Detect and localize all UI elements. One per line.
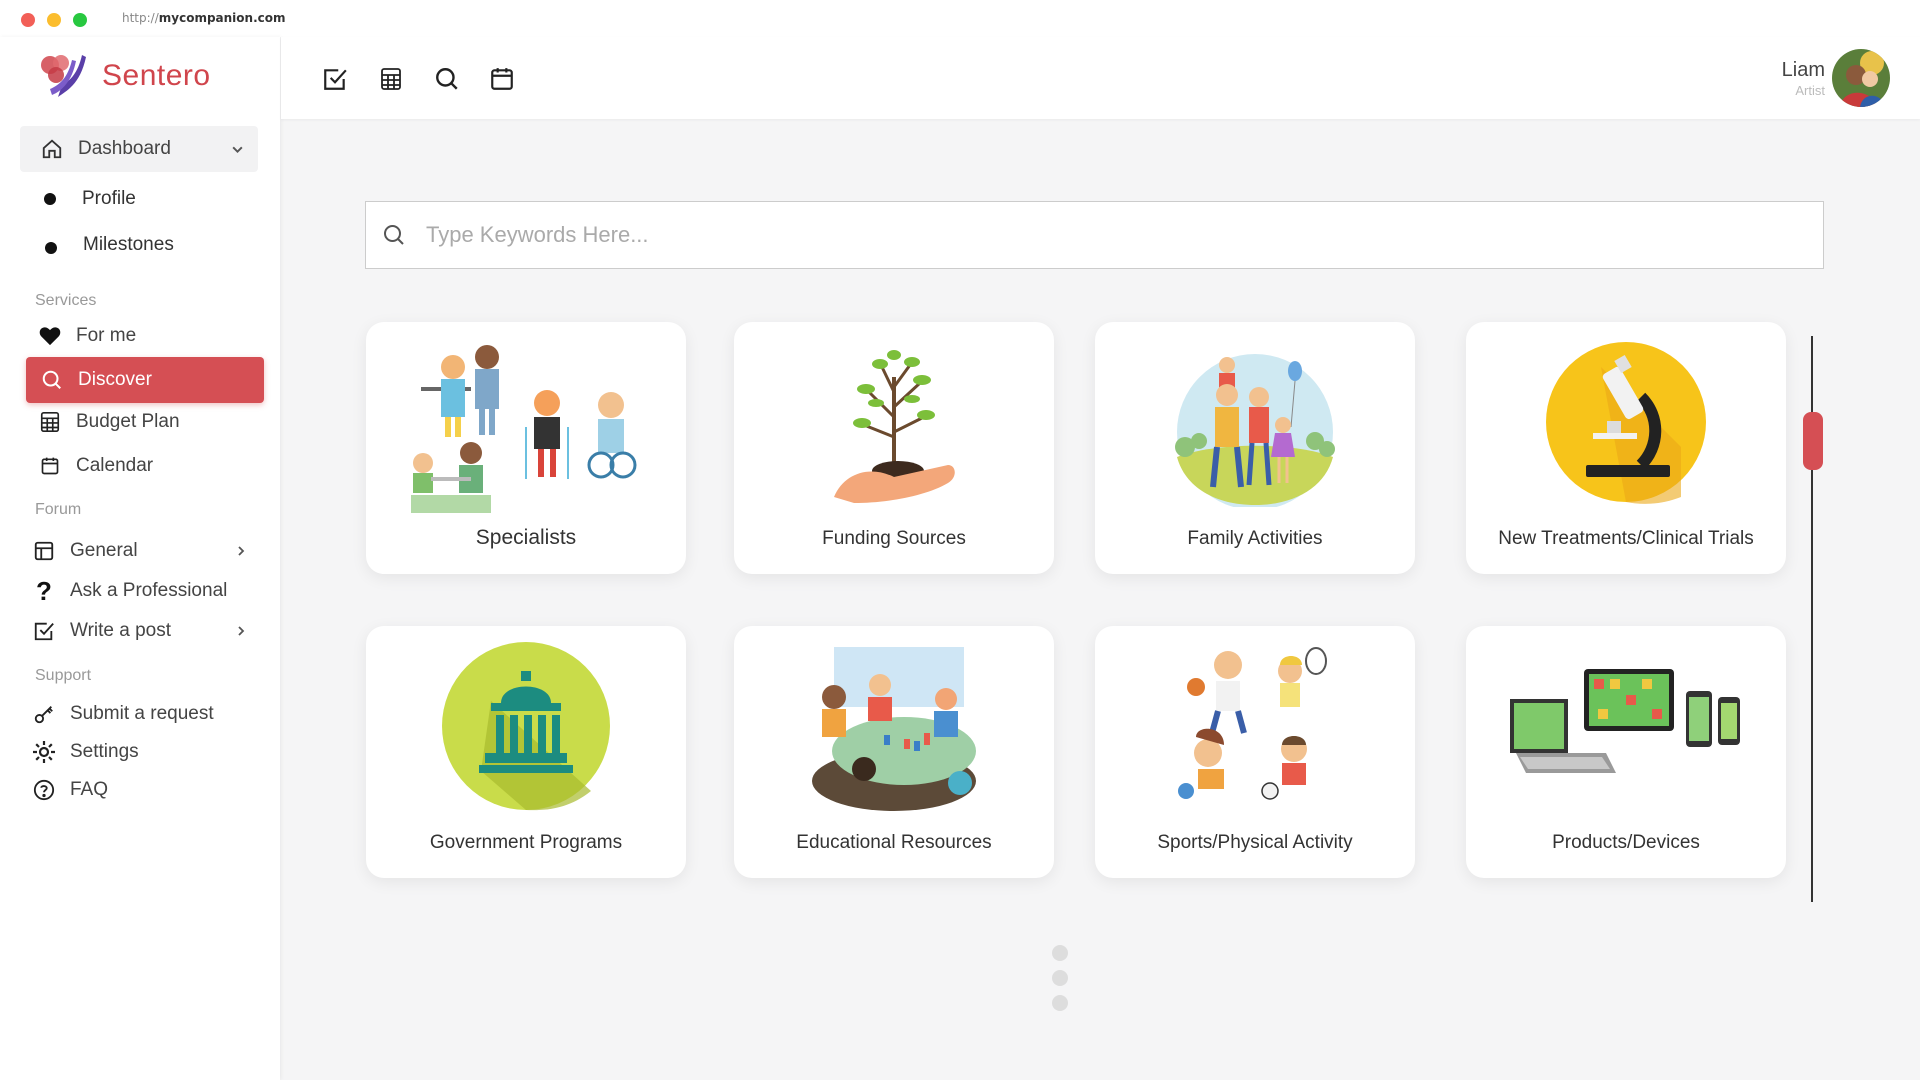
scrollbar-thumb[interactable] bbox=[1803, 412, 1823, 470]
classroom-illustration bbox=[734, 626, 1054, 826]
sidebar-item-label: Write a post bbox=[70, 620, 172, 641]
section-label-services: Services bbox=[35, 292, 97, 309]
search-icon bbox=[380, 221, 408, 249]
sidebar-item-label: FAQ bbox=[70, 779, 109, 800]
brand-name: Sentero bbox=[102, 59, 211, 92]
sidebar-item-label: General bbox=[70, 540, 138, 561]
category-card-family-activities[interactable]: Family Activities bbox=[1095, 322, 1415, 574]
category-label: Educational Resources bbox=[796, 832, 992, 853]
avatar[interactable] bbox=[1832, 49, 1890, 107]
category-card-products-devices[interactable]: Products/Devices bbox=[1466, 626, 1786, 878]
government-building-illustration bbox=[366, 626, 686, 826]
user-name: Liam bbox=[1781, 59, 1825, 81]
minimize-window-button[interactable] bbox=[47, 13, 61, 27]
gear-icon bbox=[32, 740, 56, 764]
browser-bar: http://mycompanion.com bbox=[0, 0, 1920, 37]
section-label-support: Support bbox=[35, 667, 92, 684]
sidebar-item-label: Calendar bbox=[76, 455, 154, 476]
sidebar-item-write-a-post[interactable]: Write a post bbox=[24, 612, 262, 650]
bullet-icon bbox=[44, 193, 56, 205]
user-info[interactable]: Liam Artist bbox=[1782, 59, 1825, 98]
category-card-sports-physical-activity[interactable]: Sports/Physical Activity bbox=[1095, 626, 1415, 878]
category-label: Sports/Physical Activity bbox=[1157, 832, 1353, 853]
table-icon[interactable] bbox=[377, 65, 405, 93]
category-label: Government Programs bbox=[429, 832, 623, 853]
address-bar[interactable]: http://mycompanion.com bbox=[122, 11, 286, 25]
category-label: New Treatments/Clinical Trials bbox=[1498, 528, 1754, 549]
category-card-educational-resources[interactable]: Educational Resources bbox=[734, 626, 1054, 878]
sidebar-item-label: Milestones bbox=[83, 234, 174, 255]
sidebar-item-label: Ask a Professional bbox=[70, 580, 228, 601]
help-circle-icon bbox=[32, 778, 56, 802]
category-label: Funding Sources bbox=[822, 528, 966, 549]
category-card-specialists[interactable]: Specialists bbox=[366, 322, 686, 574]
spreadsheet-icon bbox=[38, 410, 62, 434]
sidebar-item-profile[interactable]: Profile bbox=[24, 179, 262, 219]
category-card-funding-sources[interactable]: Funding Sources bbox=[734, 322, 1054, 574]
more-indicator-dot[interactable] bbox=[1052, 970, 1068, 986]
sidebar-item-label: For me bbox=[76, 325, 137, 346]
layout-icon bbox=[32, 539, 56, 563]
category-card-government-programs[interactable]: Government Programs bbox=[366, 626, 686, 878]
sidebar-item-label: Discover bbox=[78, 369, 152, 390]
devices-illustration bbox=[1466, 626, 1786, 826]
heart-hand-logo-icon bbox=[41, 55, 86, 97]
calendar-icon[interactable] bbox=[488, 65, 516, 93]
sidebar: Sentero Dashboard Profile Milestones Ser… bbox=[0, 37, 280, 1080]
sidebar-item-submit-a-request[interactable]: Submit a request bbox=[24, 695, 262, 733]
sidebar-item-label: Budget Plan bbox=[76, 411, 180, 432]
plant-in-hand-illustration bbox=[734, 322, 1054, 522]
specialists-illustration bbox=[366, 322, 686, 522]
sidebar-item-label: Profile bbox=[82, 188, 136, 209]
search-icon[interactable] bbox=[433, 65, 461, 93]
more-indicator-dot[interactable] bbox=[1052, 945, 1068, 961]
brand-logo[interactable]: Sentero bbox=[36, 51, 211, 101]
sidebar-item-budget-plan[interactable]: Budget Plan bbox=[24, 403, 262, 441]
sidebar-item-general[interactable]: General bbox=[24, 532, 262, 570]
sidebar-item-faq[interactable]: FAQ bbox=[24, 771, 262, 809]
top-bar: Liam Artist bbox=[281, 37, 1920, 119]
microscope-illustration bbox=[1466, 322, 1786, 522]
category-label: Products/Devices bbox=[1552, 832, 1700, 853]
checkbox-icon bbox=[32, 619, 56, 643]
sidebar-item-discover[interactable]: Discover bbox=[26, 357, 264, 403]
sidebar-item-label: Dashboard bbox=[78, 138, 171, 159]
key-icon bbox=[32, 702, 56, 726]
search-input[interactable] bbox=[426, 222, 1726, 248]
calendar-icon bbox=[38, 454, 62, 478]
sidebar-item-dashboard[interactable]: Dashboard bbox=[20, 126, 258, 172]
sidebar-item-settings[interactable]: Settings bbox=[24, 733, 262, 771]
sidebar-item-label: Settings bbox=[70, 741, 139, 762]
search-bar bbox=[365, 201, 1824, 269]
sidebar-item-calendar[interactable]: Calendar bbox=[24, 447, 262, 485]
sidebar-item-label: Submit a request bbox=[70, 703, 214, 724]
sidebar-item-milestones[interactable]: Milestones bbox=[24, 225, 262, 265]
maximize-window-button[interactable] bbox=[73, 13, 87, 27]
checkbox-icon[interactable] bbox=[321, 65, 349, 93]
chevron-down-icon bbox=[230, 142, 244, 156]
sidebar-item-for-me[interactable]: For me bbox=[24, 317, 262, 355]
chevron-right-icon bbox=[234, 544, 248, 558]
chevron-right-icon bbox=[234, 624, 248, 638]
close-window-button[interactable] bbox=[21, 13, 35, 27]
sidebar-item-ask-a-professional[interactable]: ? Ask a Professional bbox=[24, 572, 262, 610]
more-indicator-dot[interactable] bbox=[1052, 995, 1068, 1011]
category-label: Specialists bbox=[475, 526, 577, 549]
heart-icon bbox=[38, 324, 62, 348]
user-role: Artist bbox=[1795, 83, 1825, 98]
bullet-icon bbox=[45, 242, 57, 254]
section-label-forum: Forum bbox=[35, 501, 82, 518]
home-icon bbox=[40, 137, 64, 161]
question-mark-icon: ? bbox=[36, 575, 52, 606]
category-label: Family Activities bbox=[1187, 528, 1323, 549]
category-card-new-treatments-clinical-trials[interactable]: New Treatments/Clinical Trials bbox=[1466, 322, 1786, 574]
search-icon bbox=[40, 368, 64, 392]
family-walk-illustration bbox=[1095, 322, 1415, 522]
kids-sports-illustration bbox=[1095, 626, 1415, 826]
